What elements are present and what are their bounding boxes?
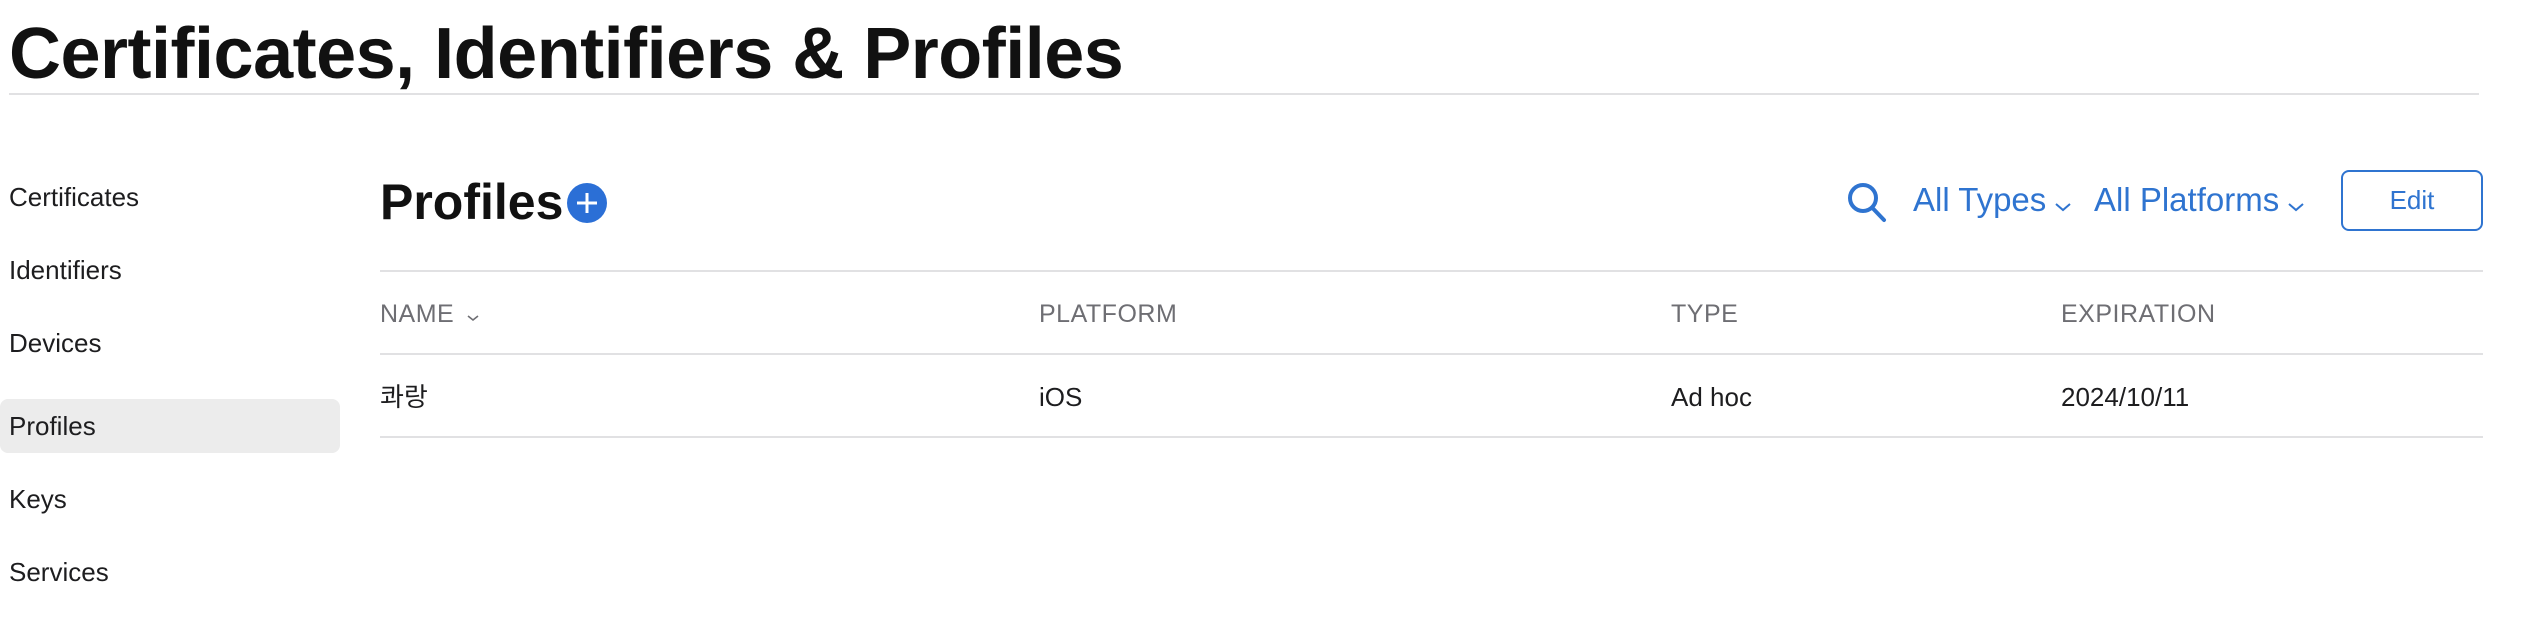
sidebar-item-profiles[interactable]: Profiles (0, 399, 340, 453)
column-header-divider (380, 353, 2483, 355)
platform-filter-dropdown[interactable]: All Platforms (2094, 178, 2305, 224)
sidebar-item-services[interactable]: Services (0, 545, 340, 599)
chevron-down-icon (2054, 180, 2072, 224)
profile-expiration-cell: 2024/10/11 (2061, 382, 2190, 412)
profile-platform-cell: iOS (1039, 382, 1083, 412)
section-title: Profiles (380, 174, 564, 230)
title-divider (9, 93, 2479, 95)
search-icon[interactable] (1845, 180, 1889, 226)
sidebar-item-identifiers[interactable]: Identifiers (0, 243, 340, 297)
profile-name-cell[interactable]: 콰랑 (380, 379, 428, 415)
chevron-down-icon (466, 297, 480, 333)
column-header-name[interactable]: NAME (380, 296, 480, 333)
column-header-platform[interactable]: PLATFORM (1039, 296, 1177, 332)
profile-type-cell: Ad hoc (1671, 382, 1752, 412)
column-header-type[interactable]: TYPE (1671, 296, 1738, 332)
sidebar-item-certificates[interactable]: Certificates (0, 170, 340, 224)
type-filter-label: All Types (1913, 181, 2047, 218)
row-divider (380, 436, 2483, 438)
column-header-expiration[interactable]: EXPIRATION (2061, 296, 2216, 332)
platform-filter-label: All Platforms (2094, 181, 2280, 218)
header-divider (380, 270, 2483, 272)
sidebar-item-keys[interactable]: Keys (0, 472, 340, 526)
plus-circle-icon (577, 193, 597, 213)
chevron-down-icon (2287, 180, 2305, 224)
edit-button[interactable]: Edit (2341, 170, 2483, 231)
type-filter-dropdown[interactable]: All Types (1913, 178, 2072, 224)
sidebar-item-devices[interactable]: Devices (0, 316, 340, 370)
page-title: Certificates, Identifiers & Profiles (9, 14, 1124, 94)
column-header-name-label: NAME (380, 300, 455, 328)
add-profile-button[interactable] (567, 183, 607, 223)
